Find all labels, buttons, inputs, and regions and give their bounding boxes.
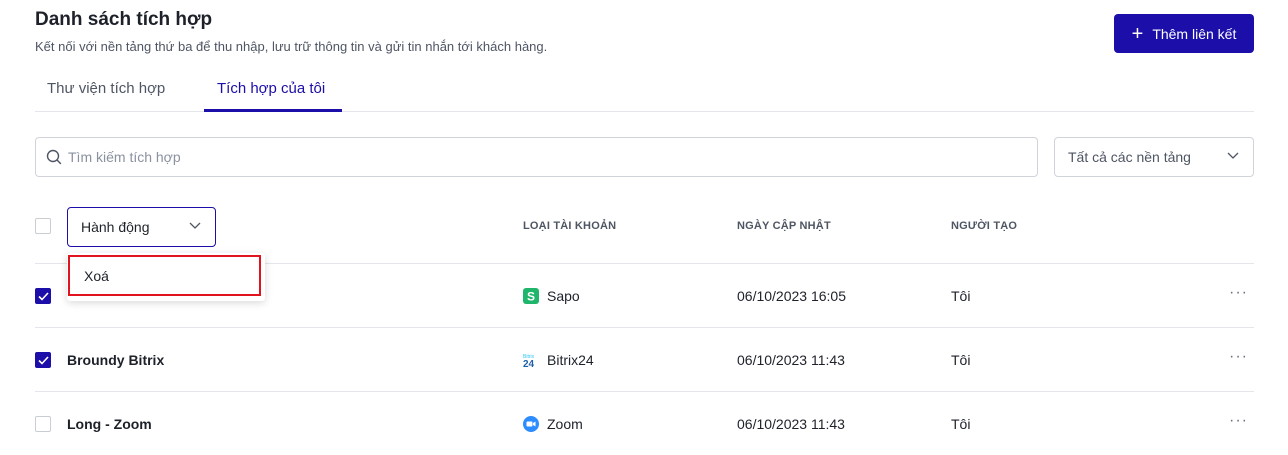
plus-icon: + (1131, 22, 1144, 45)
row-checkbox[interactable] (35, 416, 51, 432)
integration-name: Broundy Bitrix (67, 352, 165, 368)
chevron-down-icon (1227, 152, 1239, 159)
svg-text:S: S (527, 290, 535, 304)
column-header-updated-date: NGÀY CẬP NHẬT (737, 220, 831, 232)
sapo-icon: S (523, 288, 539, 304)
platform-name: Zoom (547, 416, 583, 432)
select-all-checkbox[interactable] (35, 218, 51, 234)
platform-cell: S Sapo (523, 288, 580, 304)
chevron-down-icon (189, 222, 201, 229)
checkmark-icon (38, 356, 49, 365)
platform-filter-value: Tất cả các nền tảng (1068, 149, 1191, 165)
more-options-icon[interactable]: ··· (1229, 412, 1248, 430)
platform-name: Bitrix24 (547, 352, 594, 368)
tabs: Thư viện tích hợp Tích hợp của tôi (35, 70, 1254, 112)
svg-text:24: 24 (523, 359, 535, 368)
creator: Tôi (951, 352, 971, 368)
row-divider (35, 327, 1254, 328)
column-header-account-type: LOẠI TÀI KHOẢN (523, 220, 617, 232)
delete-menu-item[interactable]: Xoá (68, 255, 261, 296)
updated-date: 06/10/2023 11:43 (737, 416, 845, 432)
page-subtitle: Kết nối với nền tảng thứ ba để thu nhập,… (35, 39, 548, 54)
updated-date: 06/10/2023 16:05 (737, 288, 846, 304)
search-icon (46, 149, 62, 165)
add-integration-button[interactable]: + Thêm liên kết (1114, 14, 1254, 53)
platform-filter-select[interactable]: Tất cả các nền tảng (1054, 137, 1254, 177)
integration-name: Long - Zoom (67, 416, 152, 432)
search-input[interactable] (68, 149, 968, 165)
checkmark-icon (38, 292, 49, 301)
tab-my-integrations[interactable]: Tích hợp của tôi (217, 80, 325, 97)
platform-cell: Bitrix 24 Bitrix24 (523, 352, 594, 368)
active-tab-indicator (204, 109, 342, 112)
platform-cell: Zoom (523, 416, 583, 432)
row-divider (35, 391, 1254, 392)
tab-integration-library[interactable]: Thư viện tích hợp (47, 80, 165, 97)
column-header-creator: NGƯỜI TẠO (951, 220, 1018, 232)
platform-name: Sapo (547, 288, 580, 304)
zoom-icon (523, 416, 539, 432)
bitrix24-icon: Bitrix 24 (523, 354, 535, 368)
page-title: Danh sách tích hợp (35, 9, 213, 30)
more-options-icon[interactable]: ··· (1229, 284, 1248, 302)
more-options-icon[interactable]: ··· (1229, 348, 1248, 366)
search-box[interactable] (35, 137, 1038, 177)
bulk-action-select[interactable]: Hành động (67, 207, 216, 247)
creator: Tôi (951, 288, 971, 304)
bulk-action-menu: Xoá (67, 253, 265, 301)
updated-date: 06/10/2023 11:43 (737, 352, 845, 368)
row-checkbox[interactable] (35, 352, 51, 368)
row-checkbox[interactable] (35, 288, 51, 304)
bulk-action-label: Hành động (81, 219, 150, 235)
add-integration-label: Thêm liên kết (1152, 25, 1237, 42)
creator: Tôi (951, 416, 971, 432)
